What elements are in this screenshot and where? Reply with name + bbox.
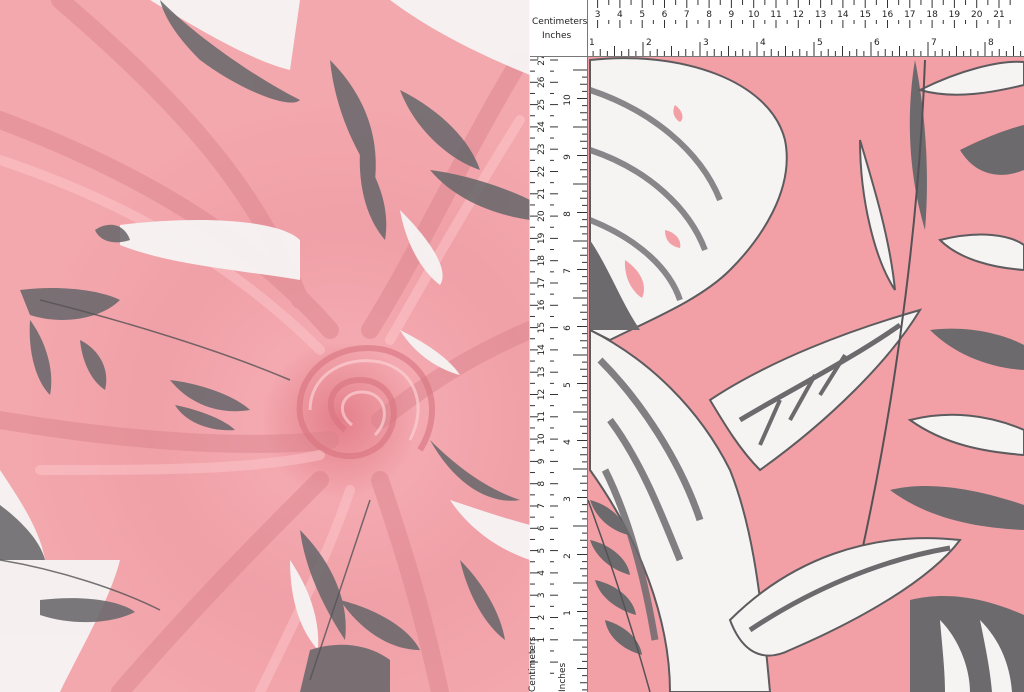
cm-label: 20: [537, 210, 547, 222]
cm-label: 17: [904, 10, 915, 20]
cm-label: 23: [537, 143, 547, 154]
cm-label: 26: [537, 76, 547, 88]
inch-label: 6: [874, 38, 880, 48]
cm-label: 17: [537, 277, 547, 288]
cm-label: 11: [770, 10, 781, 20]
draped-fabric-panel: [0, 0, 530, 692]
cm-label: 18: [926, 10, 938, 20]
cm-label: 15: [537, 322, 547, 333]
cm-label: 6: [537, 525, 547, 531]
inch-label: 8: [563, 211, 573, 217]
cm-label: 5: [537, 548, 547, 554]
cm-label: 7: [684, 10, 690, 20]
inch-label: 8: [988, 38, 994, 48]
cm-label: 22: [537, 166, 547, 177]
cm-label: 14: [837, 10, 849, 20]
inch-label: 10: [563, 94, 573, 106]
flat-fabric-panel: [530, 0, 1024, 692]
cm-label: 19: [537, 232, 547, 244]
cm-label: 19: [949, 10, 961, 20]
cm-label: 24: [537, 121, 547, 133]
top-ruler-scale: 1234567891011121314151617181920211234567…: [550, 0, 1022, 56]
cm-label: 2: [537, 615, 547, 621]
cm-label: 18: [537, 255, 547, 267]
left-cm-unit-label: Centimeters: [528, 636, 538, 692]
top-in-unit-label: Inches: [542, 31, 572, 41]
cm-label: 13: [537, 366, 547, 377]
fabric-photo: 1234567891011121314151617181920211234567…: [0, 0, 1024, 692]
cm-label: 4: [537, 570, 547, 576]
inch-label: 9: [563, 154, 573, 160]
cm-label: 9: [729, 10, 735, 20]
cm-label: 7: [537, 503, 547, 509]
cm-label: 20: [971, 10, 983, 20]
cm-label: 15: [859, 10, 870, 20]
left-ruler: 27 26 25 24 23 22 21 20 19 18 17 16 15 14 13 12 11 10 9 8 7 6…: [530, 0, 588, 692]
cm-label: 14: [537, 344, 547, 356]
inch-label: 1: [589, 38, 595, 48]
cm-label: 12: [793, 10, 804, 20]
inch-label: 7: [931, 38, 937, 48]
cm-label: 3: [537, 592, 547, 598]
cm-label: 13: [815, 10, 826, 20]
left-in-unit-label: Inches: [558, 662, 568, 692]
swirled-fabric-illustration: [0, 0, 530, 692]
cm-label: 12: [537, 389, 547, 400]
cm-label: 16: [537, 299, 547, 311]
cm-label: 4: [617, 10, 623, 20]
inch-label: 3: [703, 38, 709, 48]
ruler-corner: Centimeters Inches: [530, 0, 588, 57]
cm-label: 6: [662, 10, 668, 20]
inch-label: 6: [563, 325, 573, 331]
inch-label: 4: [760, 38, 766, 48]
top-cm-unit-label: Centimeters: [532, 17, 588, 27]
cm-label: 1: [537, 637, 547, 643]
inch-label: 1: [563, 610, 573, 616]
cm-label: 3: [595, 10, 601, 20]
tropical-leaf-print: [530, 0, 1024, 692]
left-ruler-scale: 2726252423222120191817161514131211109876…: [530, 54, 587, 691]
cm-label: 16: [882, 10, 894, 20]
inch-label: 5: [563, 382, 573, 388]
cm-label: 9: [537, 458, 547, 464]
cm-label: 5: [639, 10, 645, 20]
top-ruler: 1234567891011121314151617181920211234567…: [530, 0, 1024, 57]
inch-label: 3: [563, 496, 573, 502]
cm-label: 10: [748, 10, 760, 20]
cm-label: 25: [537, 99, 547, 110]
inch-label: 7: [563, 268, 573, 274]
inch-label: 2: [646, 38, 652, 48]
cm-label: 21: [993, 10, 1004, 20]
cm-label: 10: [537, 433, 547, 445]
cm-label: 8: [706, 10, 712, 20]
inch-label: 2: [563, 553, 573, 559]
cm-label: 8: [537, 481, 547, 487]
cm-label: 21: [537, 188, 547, 199]
inch-label: 5: [817, 38, 823, 48]
cm-label: 11: [537, 411, 547, 422]
inch-label: 4: [563, 439, 573, 445]
